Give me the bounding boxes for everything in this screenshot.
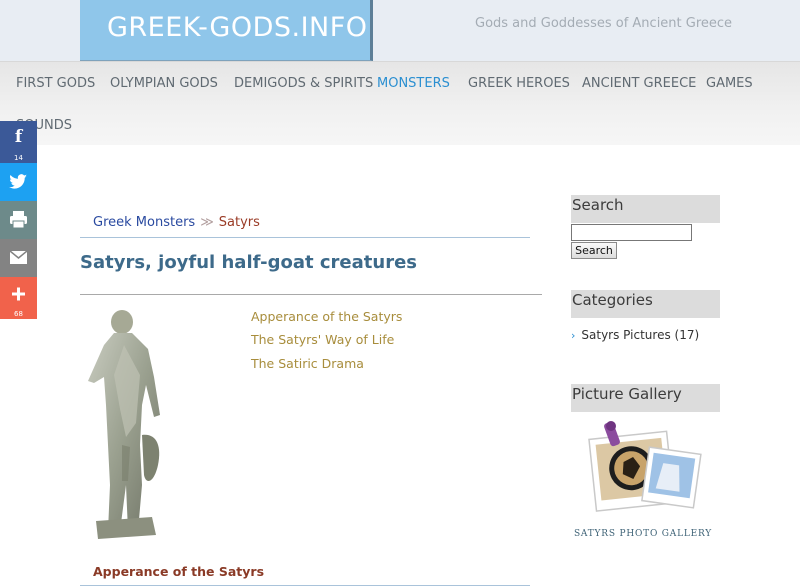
- section-divider: [80, 585, 530, 586]
- nav-item-demigods-spirits[interactable]: DEMIGODS & SPIRITS: [234, 76, 373, 91]
- breadcrumb-link-greek-monsters[interactable]: Greek Monsters: [93, 215, 195, 230]
- search-button[interactable]: Search: [571, 242, 617, 259]
- share-bar: f 14 68: [0, 121, 37, 319]
- site-logo-text[interactable]: GREEK-GODS.INFO: [107, 12, 368, 43]
- category-item[interactable]: › Satyrs Pictures (17): [571, 328, 699, 342]
- more-share-count: 68: [14, 310, 23, 318]
- share-email-button[interactable]: [0, 239, 37, 277]
- nav-item-monsters[interactable]: MONSTERS: [377, 76, 450, 91]
- site-logo[interactable]: GREEK-GODS.INFO: [80, 0, 373, 61]
- page-title: Satyrs, joyful half-goat creatures: [80, 252, 417, 273]
- title-divider: [80, 294, 542, 295]
- category-item-label[interactable]: Satyrs Pictures (17): [581, 328, 699, 342]
- nav-item-games[interactable]: GAMES: [706, 76, 753, 91]
- search-input[interactable]: [571, 224, 692, 241]
- plus-icon: [12, 287, 25, 301]
- page: { "header": { "logo": "GREEK-GODS.INFO",…: [0, 0, 800, 588]
- share-twitter-button[interactable]: [0, 163, 37, 201]
- satyr-statue-image[interactable]: [82, 305, 182, 541]
- section-heading: Apperance of the Satyrs: [93, 564, 265, 579]
- nav-item-ancient-greece[interactable]: ANCIENT GREECE: [582, 76, 696, 91]
- site-header: GREEK-GODS.INFO Gods and Goddesses of An…: [0, 0, 800, 61]
- share-print-button[interactable]: [0, 201, 37, 239]
- print-icon: [10, 211, 27, 229]
- breadcrumb-current: Satyrs: [218, 215, 260, 230]
- breadcrumb-separator: ≫: [200, 215, 214, 230]
- nav-item-first-gods[interactable]: FIRST GODS: [16, 76, 95, 91]
- share-more-button[interactable]: 68: [0, 277, 37, 319]
- main-navigation: FIRST GODS OLYMPIAN GODS DEMIGODS & SPIR…: [0, 61, 800, 145]
- twitter-icon: [9, 174, 27, 189]
- photo-gallery-thumbnail[interactable]: SATYRS PHOTO GALLERY: [573, 420, 713, 545]
- share-facebook-button[interactable]: f 14: [0, 121, 37, 163]
- toc-link-satiric-drama[interactable]: The Satiric Drama: [251, 356, 364, 371]
- gallery-widget-title: Picture Gallery: [571, 384, 720, 412]
- categories-widget-title: Categories: [571, 290, 720, 318]
- facebook-share-count: 14: [14, 154, 23, 162]
- toc-link-appearance[interactable]: Apperance of the Satyrs: [251, 309, 402, 324]
- nav-item-greek-heroes[interactable]: GREEK HEROES: [468, 76, 570, 91]
- chevron-right-icon: ›: [571, 329, 576, 342]
- nav-item-olympian-gods[interactable]: OLYMPIAN GODS: [110, 76, 218, 91]
- breadcrumb-divider: [80, 237, 530, 238]
- site-tagline: Gods and Goddesses of Ancient Greece: [475, 16, 733, 31]
- breadcrumb: Greek Monsters ≫ Satyrs: [93, 215, 260, 230]
- search-widget-title: Search: [571, 195, 720, 223]
- gallery-caption: SATYRS PHOTO GALLERY: [574, 529, 712, 539]
- facebook-icon: f: [14, 127, 23, 147]
- toc-link-way-of-life[interactable]: The Satyrs' Way of Life: [251, 332, 394, 347]
- email-icon: [9, 250, 28, 264]
